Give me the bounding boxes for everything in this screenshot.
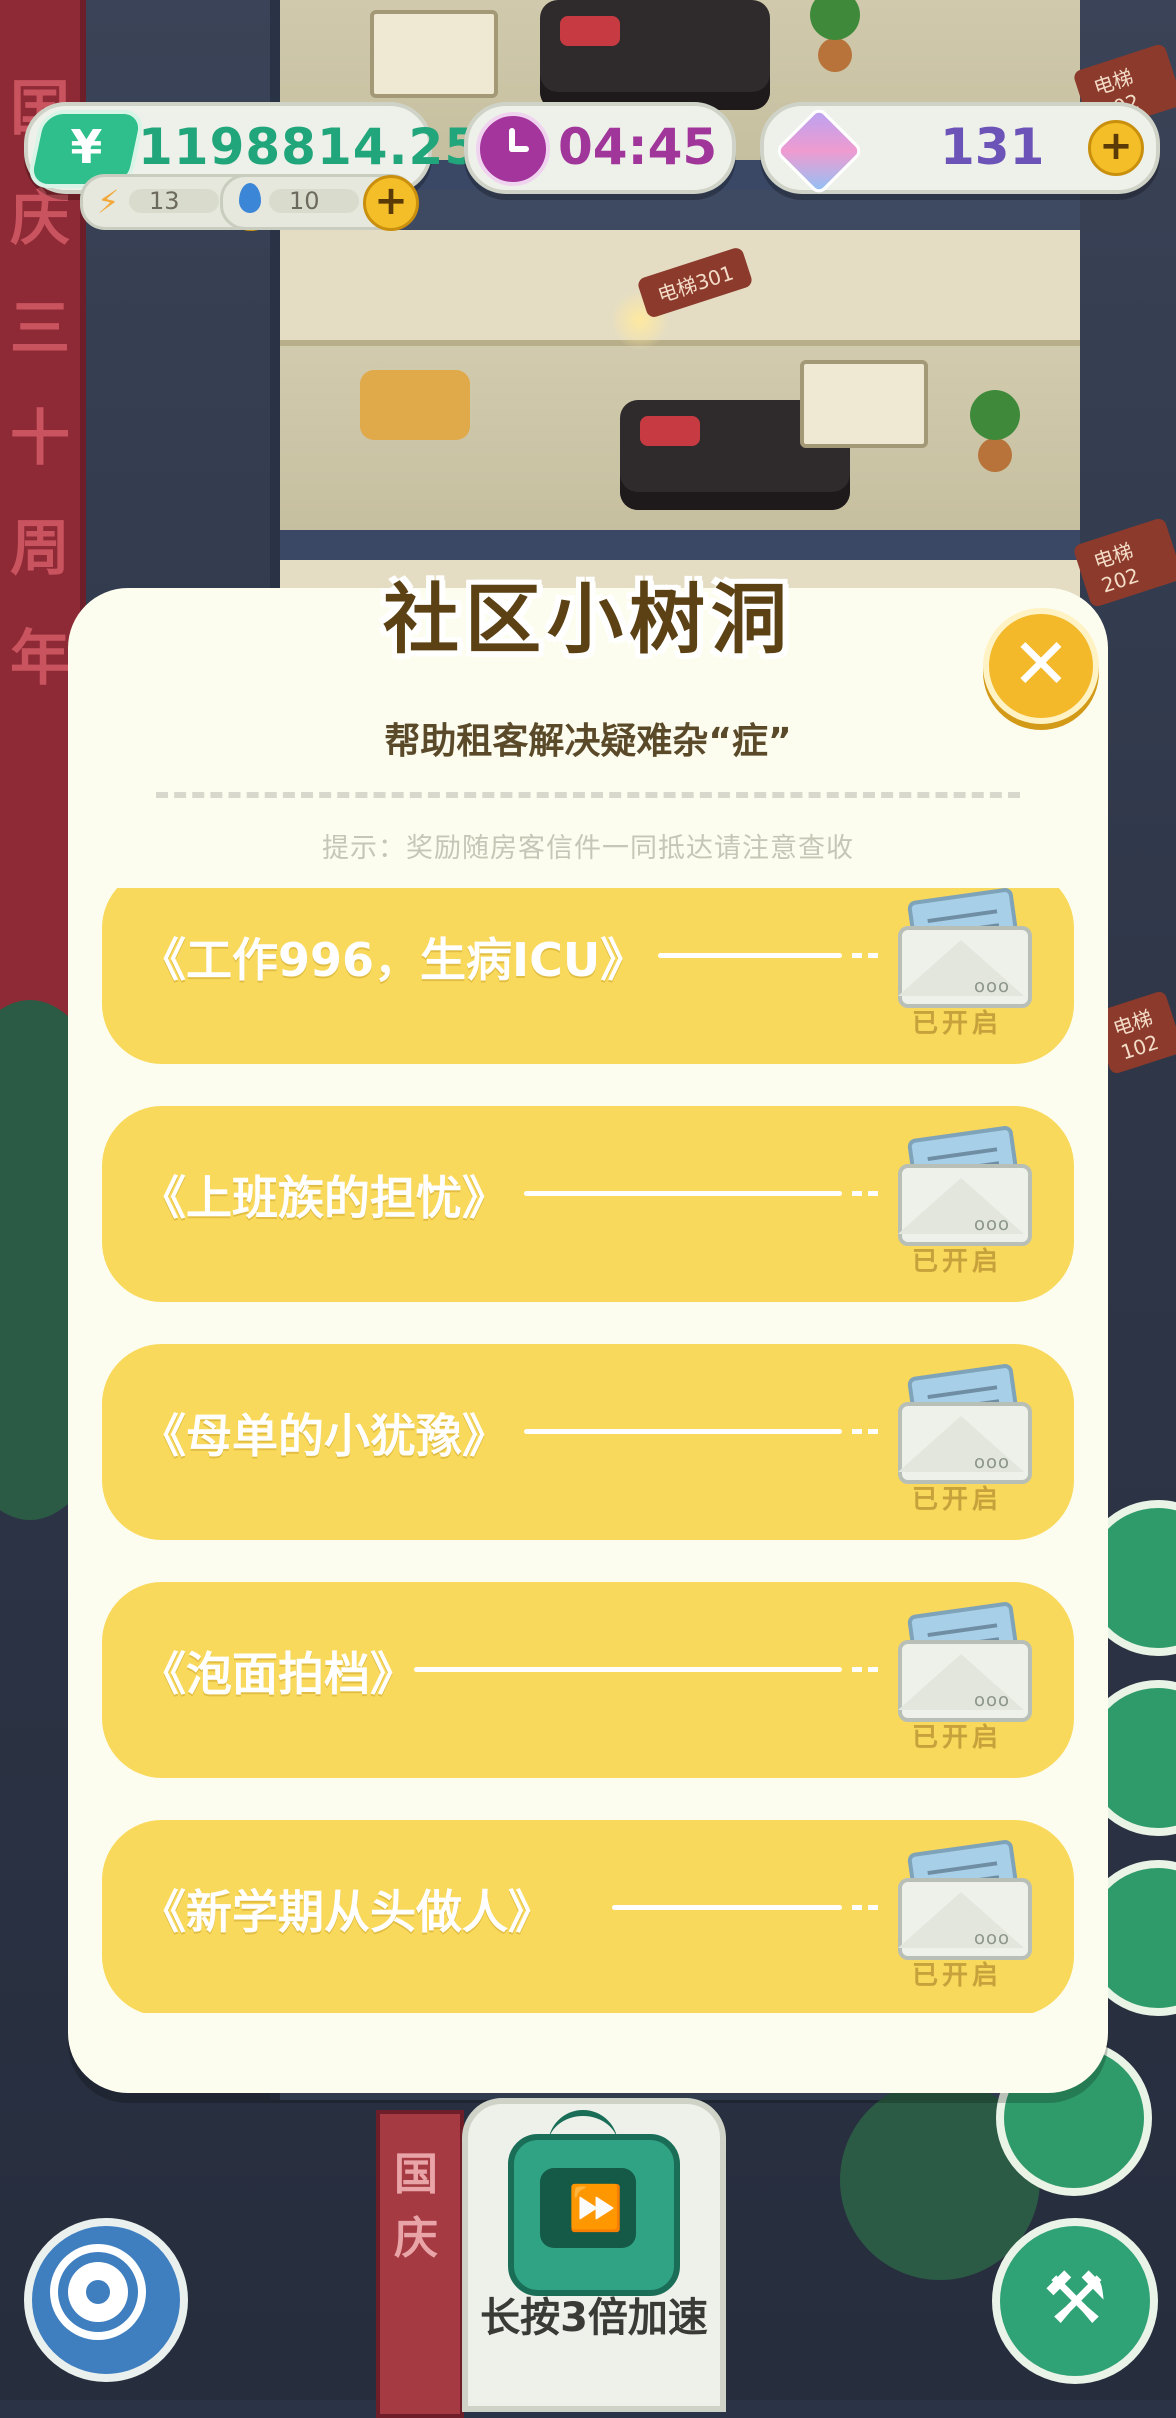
letter-title: 《上班族的担忧》: [140, 1171, 508, 1225]
clock-icon: [476, 112, 550, 186]
national-day-banner: 国庆: [376, 2110, 464, 2418]
fast-forward-tv-icon: ⏩: [508, 2134, 680, 2296]
letter-title: 《泡面拍档》: [140, 1647, 416, 1701]
letter-line: [658, 953, 882, 958]
tree-hole-dialog: 社区小树洞 ✕ 帮助租客解决疑难杂“症” 提示：奖励随房客信件一同抵达请注意查收…: [68, 575, 1108, 2093]
letter-line: [414, 1667, 882, 1672]
dialog-subtitle: 帮助租客解决疑难杂“症”: [384, 721, 792, 762]
letter-status: 已开启: [911, 1009, 1002, 1039]
energy-value: 13: [149, 187, 180, 215]
add-water-button[interactable]: +: [363, 175, 419, 231]
letter-line: [612, 1905, 882, 1910]
water-value: 10: [289, 187, 320, 215]
lightning-icon: ⚡: [97, 183, 120, 221]
letter-status: 已开启: [911, 1961, 1002, 1991]
letter-line: [524, 1191, 882, 1196]
gem-value: 131: [940, 118, 1045, 176]
water-display: 10 +: [220, 174, 419, 231]
timer-display: 04:45: [464, 102, 736, 194]
letter-item[interactable]: 《新学期从头做人》 ooo 已开启: [102, 1820, 1074, 2013]
letter-status: 已开启: [911, 1247, 1002, 1277]
envelope-icon: ooo: [898, 1363, 1032, 1484]
envelope-icon: ooo: [898, 1601, 1032, 1722]
letter-status: 已开启: [911, 1723, 1002, 1753]
close-button[interactable]: ✕: [983, 608, 1099, 724]
letter-title: 《母单的小犹豫》: [140, 1409, 508, 1463]
money-value: 1198814.25: [138, 118, 481, 176]
letter-item[interactable]: 《母单的小犹豫》 ooo 已开启: [102, 1344, 1074, 1540]
tools-button[interactable]: ⚒: [992, 2218, 1158, 2384]
gem-display: 131 +: [760, 102, 1160, 197]
envelope-icon: ooo: [898, 1125, 1032, 1246]
dialog-title: 社区小树洞: [383, 575, 793, 664]
water-drop-icon: [239, 183, 261, 213]
letter-item[interactable]: 《泡面拍档》 ooo 已开启: [102, 1582, 1074, 1778]
letter-item[interactable]: 《上班族的担忧》 ooo 已开启: [102, 1106, 1074, 1302]
envelope-icon: ooo: [898, 888, 1032, 1008]
timer-value: 04:45: [558, 118, 718, 176]
letter-title: 《新学期从头做人》: [140, 1885, 554, 1939]
speed-up-button[interactable]: ⏩ 长按3倍加速: [462, 2098, 726, 2412]
letter-line: [524, 1429, 882, 1434]
settings-button[interactable]: [24, 2218, 188, 2382]
close-icon: ✕: [1011, 623, 1071, 705]
divider: [156, 792, 1020, 798]
speed-up-label: 长按3倍加速: [480, 2295, 708, 2341]
letter-title: 《工作996，生病ICU》: [140, 933, 647, 987]
gear-icon: [68, 2262, 128, 2322]
tools-icon: ⚒: [1042, 2256, 1108, 2340]
add-gems-button[interactable]: +: [1088, 120, 1144, 176]
letter-item[interactable]: 《工作996，生病ICU》 ooo 已开启: [102, 888, 1074, 1064]
gem-icon: [773, 105, 865, 197]
letter-status: 已开启: [911, 1485, 1002, 1515]
hint-text: 提示：奖励随房客信件一同抵达请注意查收: [322, 833, 854, 864]
envelope-icon: ooo: [898, 1839, 1032, 1960]
letter-list[interactable]: 《工作996，生病ICU》 ooo 已开启 《上班族的担忧》 ooo 已开启 《…: [102, 888, 1074, 2013]
